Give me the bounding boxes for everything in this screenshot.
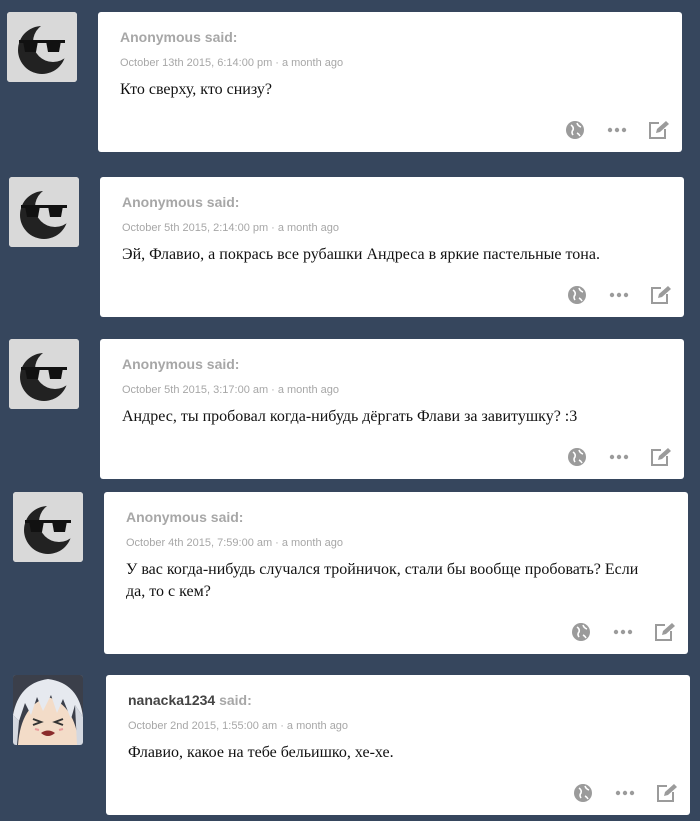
post-date[interactable]: October 13th 2015, 6:14:00 pm <box>120 57 272 69</box>
timestamp: October 13th 2015, 6:14:00 pm · a month ag… <box>120 57 343 69</box>
said-label: said: <box>206 194 240 210</box>
edit-icon[interactable] <box>656 782 678 804</box>
question-text: Кто сверху, кто снизу? <box>120 81 272 98</box>
avatar[interactable] <box>9 339 79 409</box>
action-bar <box>544 119 670 141</box>
globe-icon[interactable] <box>566 284 588 306</box>
asker-line: Anonymous said: <box>120 29 237 45</box>
asker-name[interactable]: Anonymous <box>122 194 203 210</box>
action-bar <box>550 621 676 643</box>
more-dots-icon[interactable] <box>608 446 630 468</box>
globe-icon[interactable] <box>572 782 594 804</box>
timestamp: October 2nd 2015, 1:55:00 am · a month ago <box>128 720 348 732</box>
more-dots-icon[interactable] <box>606 119 628 141</box>
sunglasses-moon-icon <box>9 339 79 409</box>
separator: · <box>280 720 284 732</box>
action-bar <box>546 284 672 306</box>
timestamp: October 5th 2015, 3:17:00 am · a month ago <box>122 384 339 396</box>
separator: · <box>271 222 275 234</box>
avatar[interactable] <box>13 492 83 562</box>
avatar[interactable] <box>7 12 77 82</box>
said-label: said: <box>206 356 240 372</box>
action-bar <box>552 782 678 804</box>
asker-line: Anonymous said: <box>122 356 239 372</box>
ask-card: Anonymous said: October 4th 2015, 7:59:0… <box>104 492 688 654</box>
sunglasses-moon-icon <box>9 177 79 247</box>
question-text: Эй, Флавио, а покрась все рубашки Андрес… <box>122 246 600 263</box>
globe-icon[interactable] <box>564 119 586 141</box>
post-date[interactable]: October 5th 2015, 3:17:00 am <box>122 384 268 396</box>
edit-icon[interactable] <box>654 621 676 643</box>
said-label: said: <box>210 509 244 525</box>
more-dots-icon[interactable] <box>614 782 636 804</box>
said-label: said: <box>219 692 252 708</box>
ask-card: Anonymous said: October 5th 2015, 2:14:0… <box>100 177 684 317</box>
asker-name[interactable]: Anonymous <box>126 509 207 525</box>
anime-character-avatar <box>13 675 83 745</box>
timestamp: October 4th 2015, 7:59:00 am · a month ago <box>126 537 343 549</box>
separator: · <box>275 57 279 69</box>
ask-card: Anonymous said: October 5th 2015, 3:17:0… <box>100 339 684 479</box>
edit-icon[interactable] <box>650 284 672 306</box>
avatar[interactable] <box>13 675 83 745</box>
asker-line: Anonymous said: <box>122 194 239 210</box>
timestamp: October 5th 2015, 2:14:00 pm · a month ago <box>122 222 339 234</box>
globe-icon[interactable] <box>566 446 588 468</box>
asker-name[interactable]: nanacka1234 <box>128 692 215 708</box>
relative-time: a month ago <box>277 384 339 396</box>
asker-name[interactable]: Anonymous <box>120 29 201 45</box>
question-text: Флавио, какое на тебе бельишко, хе-хе. <box>128 744 394 761</box>
asker-name[interactable]: Anonymous <box>122 356 203 372</box>
more-dots-icon[interactable] <box>608 284 630 306</box>
relative-time: a month ago <box>281 537 343 549</box>
question-text: У вас когда-нибудь случался тройничок, с… <box>126 561 639 600</box>
ask-card: nanacka1234 said: October 2nd 2015, 1:55… <box>106 675 690 815</box>
globe-icon[interactable] <box>570 621 592 643</box>
edit-icon[interactable] <box>650 446 672 468</box>
post-date[interactable]: October 5th 2015, 2:14:00 pm <box>122 222 268 234</box>
relative-time: a month ago <box>277 222 339 234</box>
edit-icon[interactable] <box>648 119 670 141</box>
ask-card: Anonymous said: October 13th 2015, 6:14:… <box>98 12 682 152</box>
said-label: said: <box>204 29 238 45</box>
relative-time: a month ago <box>286 720 349 732</box>
asker-line: Anonymous said: <box>126 509 243 525</box>
post-date[interactable]: October 4th 2015, 7:59:00 am <box>126 537 272 549</box>
post-date[interactable]: October 2nd 2015, 1:55:00 am <box>128 720 277 732</box>
sunglasses-moon-icon <box>13 492 83 562</box>
question-text: Андрес, ты пробовал когда-нибудь дёргать… <box>122 408 578 425</box>
avatar[interactable] <box>9 177 79 247</box>
separator: · <box>275 537 279 549</box>
more-dots-icon[interactable] <box>612 621 634 643</box>
action-bar <box>546 446 672 468</box>
asker-line: nanacka1234 said: <box>128 692 252 708</box>
sunglasses-moon-icon <box>7 12 77 82</box>
separator: · <box>271 384 275 396</box>
relative-time: a month ago <box>281 57 344 69</box>
